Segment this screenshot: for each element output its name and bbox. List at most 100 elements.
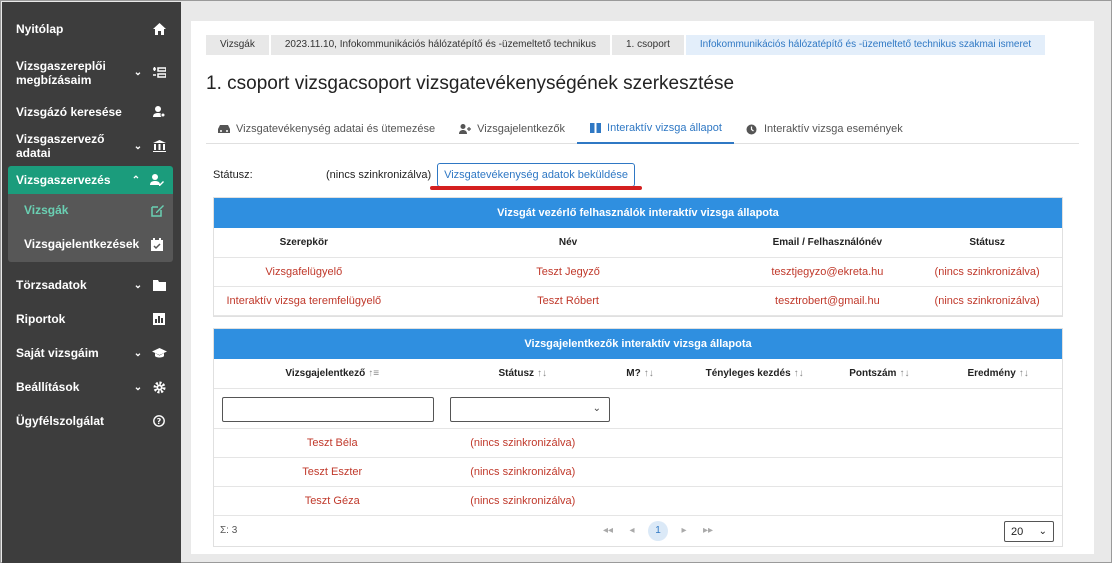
pagination: ◂◂ ◂ 1 ▸ ▸▸ [596,520,720,541]
users-status-panel: Vizsgát vezérlő felhasználók interaktív … [213,197,1063,317]
table-cell: (nincs szinkronizálva) [450,457,596,487]
breadcrumb-current: Infokommunikációs hálózatépítő és -üzeme… [685,35,1046,55]
column-header-actual-start[interactable]: Tényleges kezdés ↑↓ [684,359,825,389]
sidebar-item-master-data[interactable]: Törzsadatok ⌄ [2,268,181,302]
table-cell: Teszt Béla [214,428,451,458]
table-cell: tesztrobert@gmail.hu [742,286,913,316]
column-header-result[interactable]: Eredmény ↑↓ [934,359,1062,389]
sidebar-item-label: Ügyfélszolgálat [16,414,105,428]
table-cell: (nincs szinkronizálva) [912,286,1062,316]
breadcrumb-item[interactable]: 1. csoport [611,35,684,55]
home-icon [151,21,167,37]
page-size-select[interactable]: 20 ⌄ [1004,520,1054,542]
highlight-underline [430,186,642,190]
svg-text:?: ? [157,417,162,426]
sidebar-item-my-exams[interactable]: Saját vizsgáim ⌄ [2,336,181,370]
applicant-filter-input[interactable] [222,396,434,422]
table-cell: (nincs szinkronizálva) [450,428,596,458]
tab-applicants[interactable]: Vizsgajelentkezők [447,114,577,144]
sidebar-item-label: Vizsgaszervezés [16,173,111,187]
table-cell: Teszt Róbert [393,286,743,316]
chevron-down-icon: ⌄ [592,402,601,414]
panel-title: Vizsgajelentkezők interaktív vizsga álla… [214,329,1062,359]
table-row: Interaktív vizsga teremfelügyelő Teszt R… [214,286,1062,316]
column-header: Státusz [912,228,1062,258]
table-footer: Σ: 3 ◂◂ ◂ 1 ▸ ▸▸ 20 ⌄ [214,516,1062,546]
sort-icon: ↑↓ [537,367,548,379]
chevron-down-icon: ⌄ [133,279,143,291]
prev-page-icon[interactable]: ◂ [620,525,644,536]
table-cell: Teszt Jegyző [393,257,743,287]
table-cell: Vizsgafelügyelő [214,257,394,287]
sidebar-item-support[interactable]: Ügyfélszolgálat ? [2,404,181,438]
sidebar-item-label: Beállítások [16,380,80,394]
tab-interactive-events[interactable]: Interaktív vizsga események [734,114,915,144]
sidebar-item-label: Vizsgaszereplői megbízásaim [16,58,106,87]
status-label: Státusz: [213,169,253,181]
sidebar: Nyitólap Vizsgaszereplői megbízásaim ⌄ V… [2,2,181,563]
sidebar-item-label: Vizsgázó keresése [16,105,122,119]
sidebar-item-applications[interactable]: Vizsgajelentkezések [8,226,173,262]
page-number-button[interactable]: 1 [648,520,668,541]
column-header-score[interactable]: Pontszám ↑↓ [824,359,935,389]
sidebar-item-label: Vizsgaszervező adatai [16,132,105,160]
column-header-m[interactable]: M? ↑↓ [595,359,685,389]
send-activity-data-button[interactable]: Vizsgatevékenység adatok beküldése [437,163,635,187]
sort-icon: ↑↓ [793,367,804,379]
car-icon [218,123,230,135]
tab-activity-data[interactable]: Vizsgatevékenység adatai és ütemezése [206,114,447,144]
table-cell: tesztjegyzo@ekreta.hu [742,257,913,287]
sidebar-item-organizer-data[interactable]: Vizsgaszervező adatai ⌄ [2,129,181,163]
breadcrumb-item[interactable]: Vizsgák [206,35,269,55]
chevron-down-icon: ⌄ [1038,525,1047,537]
sidebar-item-label: Riportok [16,312,66,326]
row-count: Σ: 3 [220,524,238,536]
tab-label: Interaktív vizsga állapot [607,122,722,134]
tab-interactive-status[interactable]: Interaktív vizsga állapot [577,114,734,144]
next-page-icon[interactable]: ▸ [672,525,696,536]
folder-icon [151,277,167,293]
tab-label: Vizsgatevékenység adatai és ütemezése [236,123,436,135]
column-header-label: Pontszám [849,367,897,379]
table-cell: (nincs szinkronizálva) [450,486,596,516]
column-header-label: Vizsgajelentkező [285,367,366,379]
sidebar-item-home[interactable]: Nyitólap [2,2,181,56]
breadcrumb-item[interactable]: 2023.11.10, Infokommunikációs hálózatépí… [270,35,610,55]
column-header-label: Tényleges kezdés [705,367,791,379]
sidebar-item-label: Nyitólap [16,22,64,36]
table-cell: Teszt Géza [214,486,451,516]
first-page-icon[interactable]: ◂◂ [596,525,620,536]
graduation-cap-icon [151,345,167,361]
column-header: Név [393,228,743,258]
breadcrumb: Vizsgák 2023.11.10, Infokommunikációs há… [206,35,1047,55]
last-page-icon[interactable]: ▸▸ [696,525,720,536]
sidebar-item-organization[interactable]: Vizsgaszervezés ⌃ [8,166,173,194]
user-search-icon [151,104,167,120]
applicants-status-panel: Vizsgajelentkezők interaktív vizsga álla… [213,328,1063,547]
user-plus-icon [459,123,472,135]
column-header-status[interactable]: Státusz ↑↓ [450,359,596,389]
sidebar-item-assignments[interactable]: Vizsgaszereplői megbízásaim ⌄ [2,56,181,89]
sidebar-item-exams[interactable]: Vizsgák [8,194,173,226]
column-header: Szerepkör [214,228,394,258]
sort-icon: ↑↓ [1018,367,1029,379]
table-row: Teszt Eszter (nincs szinkronizálva) [214,457,1062,487]
sidebar-item-settings[interactable]: Beállítások ⌄ [2,370,181,404]
sidebar-item-reports[interactable]: Riportok [2,302,181,336]
status-value: (nincs szinkronizálva) [326,169,432,181]
chevron-down-icon: ⌄ [133,347,143,359]
help-icon: ? [151,413,167,429]
column-header-applicant[interactable]: Vizsgajelentkező ↑≡ [214,359,451,389]
status-filter-select[interactable]: ⌄ [450,396,610,422]
table-row: Teszt Géza (nincs szinkronizálva) [214,486,1062,516]
panel-title: Vizsgát vezérlő felhasználók interaktív … [214,198,1062,228]
status-row: Státusz: (nincs szinkronizálva) Vizsgate… [213,163,713,187]
sort-icon: ↑↓ [899,367,910,379]
sidebar-item-examinee-search[interactable]: Vizsgázó keresése [2,95,181,129]
column-header-label: Státusz [498,367,535,379]
sidebar-item-label: Vizsgák [24,203,69,217]
page-size-value: 20 [1011,525,1024,538]
page-title: 1. csoport vizsgacsoport vizsgatevékenys… [206,73,735,94]
users-table: Szerepkör Név Email / Felhasználónév Stá… [214,228,1062,316]
sidebar-item-label: Törzsadatok [16,278,87,292]
